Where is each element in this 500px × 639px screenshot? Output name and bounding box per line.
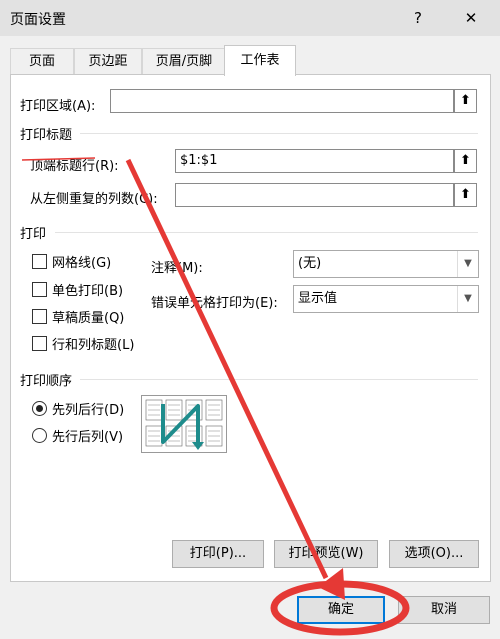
cols-collapse-button[interactable]: ⬆ bbox=[454, 183, 477, 207]
collapse-arrow-icon: ⬆ bbox=[460, 187, 471, 202]
errors-value: 显示值 bbox=[298, 291, 338, 306]
over-then-down-label: 先行后列(V) bbox=[52, 430, 124, 445]
print-separator bbox=[55, 232, 478, 233]
print-area-input[interactable] bbox=[110, 89, 454, 113]
headings-label: 行和列标题(L) bbox=[52, 338, 135, 353]
print-section-label: 打印 bbox=[20, 227, 47, 242]
print-preview-button[interactable]: 打印预览(W) bbox=[274, 540, 378, 568]
mono-label: 单色打印(B) bbox=[52, 284, 124, 299]
down-then-over-radio[interactable] bbox=[32, 401, 47, 416]
page-order-preview bbox=[141, 395, 227, 453]
collapse-arrow-icon: ⬆ bbox=[460, 93, 471, 108]
tab-margins[interactable]: 页边距 bbox=[74, 48, 142, 75]
options-button[interactable]: 选项(O)... bbox=[389, 540, 479, 568]
tab-strip: 页面 页边距 页眉/页脚 工作表 bbox=[10, 45, 490, 76]
tab-header-footer[interactable]: 页眉/页脚 bbox=[142, 48, 226, 75]
errors-dropdown[interactable]: 显示值 ▼ bbox=[293, 285, 479, 313]
page-order-separator bbox=[80, 379, 478, 380]
over-then-down-radio[interactable] bbox=[32, 428, 47, 443]
print-titles-separator bbox=[80, 133, 478, 134]
title-bar: 页面设置 ? ✕ bbox=[0, 0, 500, 36]
print-button[interactable]: 打印(P)... bbox=[172, 540, 264, 568]
print-titles-section-label: 打印标题 bbox=[20, 128, 73, 143]
rows-to-repeat-input[interactable]: $1:$1 bbox=[175, 149, 454, 173]
page-order-icon bbox=[145, 399, 223, 450]
chevron-down-icon: ▼ bbox=[457, 286, 478, 312]
comments-dropdown[interactable]: (无) ▼ bbox=[293, 250, 479, 278]
down-then-over-label: 先列后行(D) bbox=[52, 403, 125, 418]
comments-label: 注释(M): bbox=[151, 261, 203, 276]
rows-to-repeat-label: 顶端标题行(R): bbox=[30, 159, 119, 174]
tab-page[interactable]: 页面 bbox=[10, 48, 74, 75]
cols-to-repeat-input[interactable] bbox=[175, 183, 454, 207]
gridlines-checkbox[interactable] bbox=[32, 254, 47, 269]
tab-sheet[interactable]: 工作表 bbox=[224, 45, 296, 76]
draft-label: 草稿质量(Q) bbox=[52, 311, 125, 326]
mono-checkbox[interactable] bbox=[32, 282, 47, 297]
window-title: 页面设置 bbox=[10, 12, 66, 28]
ok-button[interactable]: 确定 bbox=[297, 596, 385, 624]
comments-value: (无) bbox=[298, 256, 322, 271]
help-button[interactable]: ? bbox=[404, 6, 432, 30]
rows-collapse-button[interactable]: ⬆ bbox=[454, 149, 477, 173]
radio-dot-icon bbox=[36, 405, 43, 412]
errors-label: 错误单元格打印为(E): bbox=[151, 296, 278, 311]
collapse-arrow-icon: ⬆ bbox=[460, 153, 471, 168]
cols-to-repeat-label: 从左侧重复的列数(C): bbox=[30, 192, 158, 207]
print-area-collapse-button[interactable]: ⬆ bbox=[454, 89, 477, 113]
headings-checkbox[interactable] bbox=[32, 336, 47, 351]
cancel-button[interactable]: 取消 bbox=[398, 596, 490, 624]
draft-checkbox[interactable] bbox=[32, 309, 47, 324]
close-button[interactable]: ✕ bbox=[457, 6, 485, 30]
print-area-label: 打印区域(A): bbox=[20, 99, 96, 114]
chevron-down-icon: ▼ bbox=[457, 251, 478, 277]
gridlines-label: 网格线(G) bbox=[52, 256, 112, 271]
page-order-section-label: 打印顺序 bbox=[20, 374, 73, 389]
